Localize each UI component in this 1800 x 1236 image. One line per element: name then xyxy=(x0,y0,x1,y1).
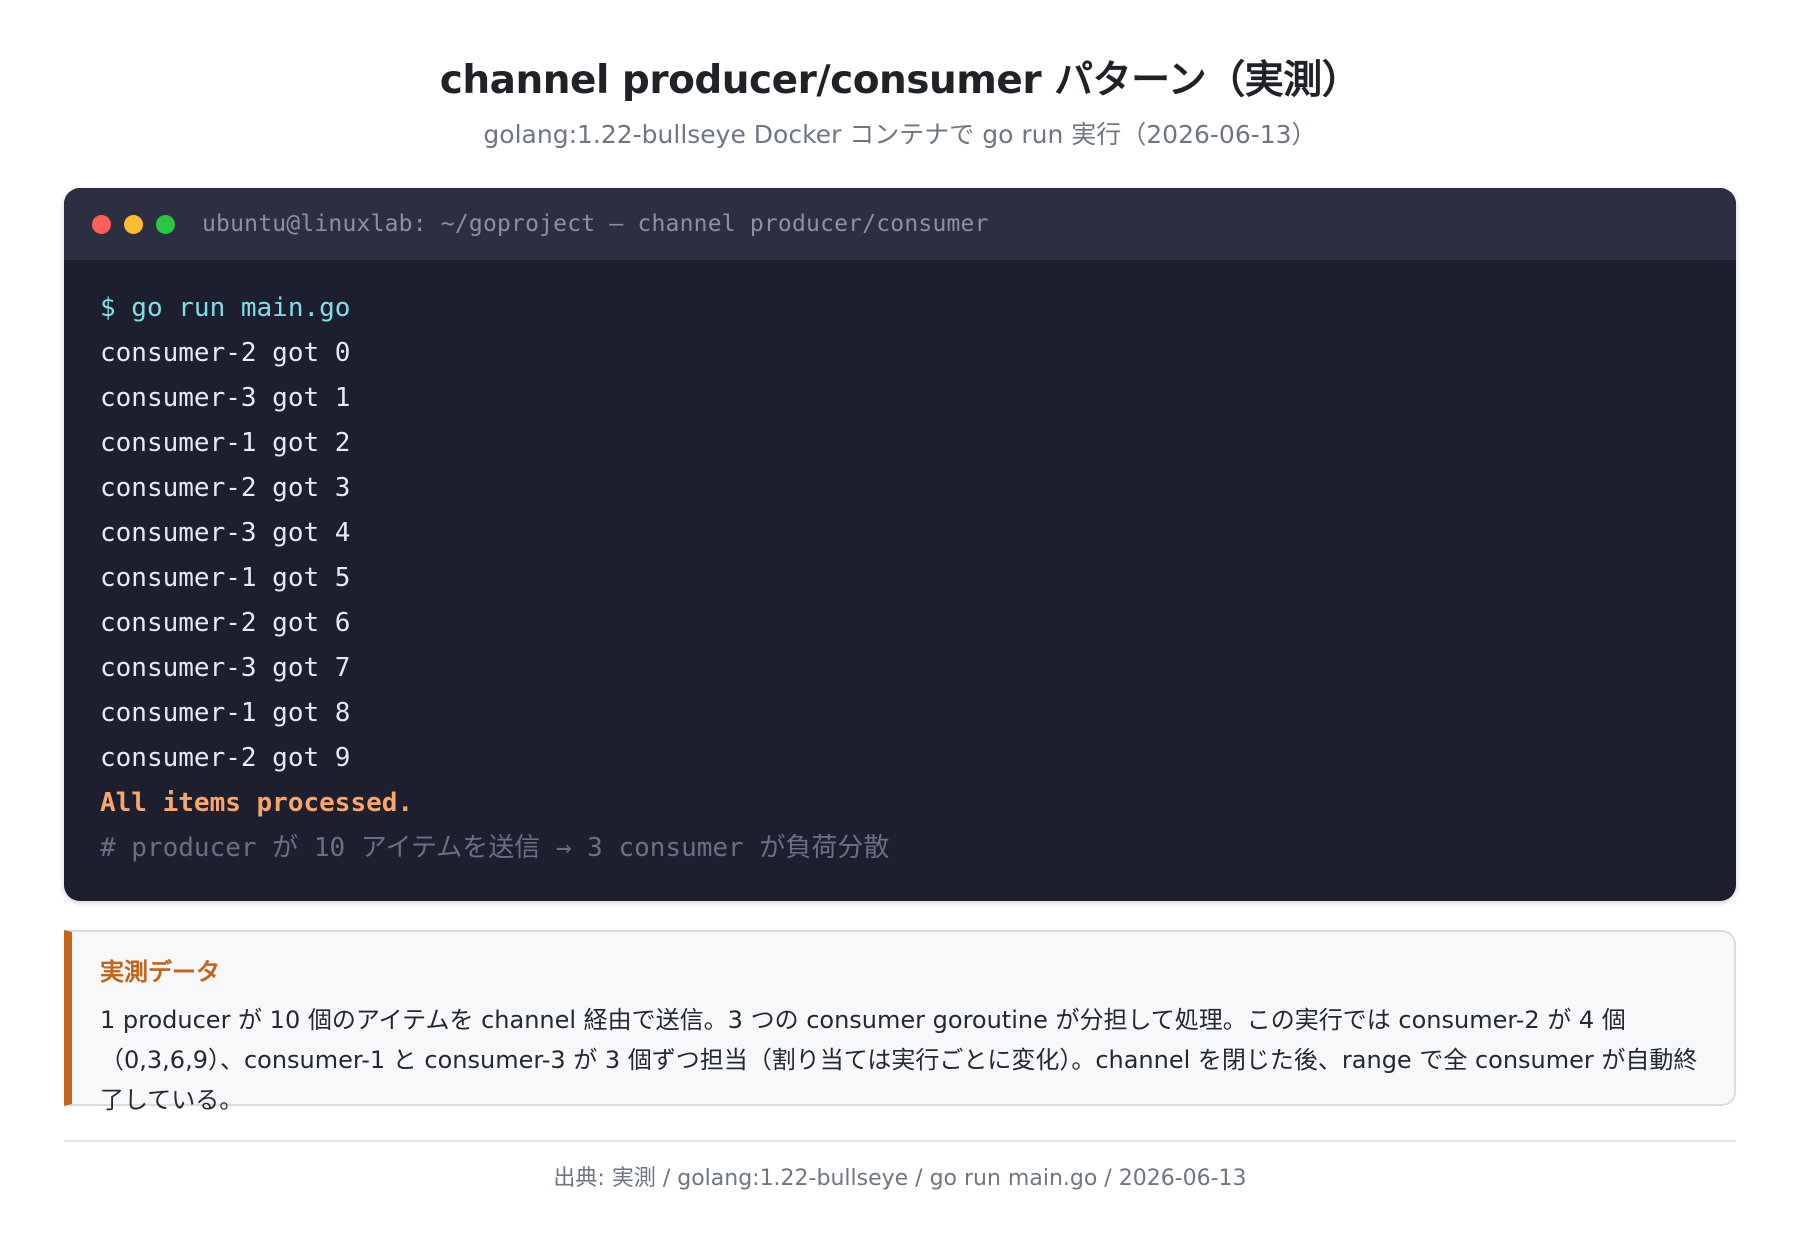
terminal-title: ubuntu@linuxlab: ~/goproject — channel p… xyxy=(202,211,989,237)
footer-source: 出典: 実測 / golang:1.22-bullseye / go run m… xyxy=(553,1166,1247,1191)
terminal-output-line: consumer-1 got 5 xyxy=(100,563,351,593)
terminal-titlebar: ubuntu@linuxlab: ~/goproject — channel p… xyxy=(64,188,1736,260)
terminal-output-line: consumer-3 got 1 xyxy=(100,383,351,413)
minimize-window-icon[interactable] xyxy=(124,214,143,234)
terminal-output-line: consumer-3 got 4 xyxy=(100,518,351,548)
note-heading: 実測データ xyxy=(100,958,220,986)
terminal-comment-line: # producer が 10 アイテムを送信 → 3 consumer が負荷… xyxy=(100,833,890,863)
terminal-window: ubuntu@linuxlab: ~/goproject — channel p… xyxy=(64,188,1736,901)
page: channel producer/consumer パターン（実測） golan… xyxy=(0,0,1800,1236)
terminal-output-line: consumer-1 got 8 xyxy=(100,698,351,728)
terminal-output[interactable]: $ go run main.go consumer-2 got 0 consum… xyxy=(64,260,1736,871)
terminal-command-line: $ go run main.go xyxy=(100,293,351,323)
terminal-output-line: consumer-2 got 3 xyxy=(100,473,351,503)
page-title: channel producer/consumer パターン（実測） xyxy=(439,58,1361,103)
close-window-icon[interactable] xyxy=(92,214,111,234)
terminal-output-line: consumer-2 got 9 xyxy=(100,743,351,773)
measurement-note: 実測データ 1 producer が 10 個のアイテムを channel 経由… xyxy=(64,930,1736,1114)
page-subtitle: golang:1.22-bullseye Docker コンテナで go run… xyxy=(483,120,1317,149)
maximize-window-icon[interactable] xyxy=(156,214,175,234)
terminal-output-line: consumer-1 got 2 xyxy=(100,428,351,458)
page-header: channel producer/consumer パターン（実測） golan… xyxy=(64,0,1736,152)
terminal-output-line: consumer-2 got 6 xyxy=(100,608,351,638)
terminal-output-line: consumer-2 got 0 xyxy=(100,338,351,368)
terminal-output-line: consumer-3 got 7 xyxy=(100,653,351,683)
terminal-done-line: All items processed. xyxy=(100,788,414,818)
note-text: 1 producer が 10 個のアイテムを channel 経由で送信。3 … xyxy=(100,1006,1698,1114)
footer-divider xyxy=(64,1140,1736,1142)
